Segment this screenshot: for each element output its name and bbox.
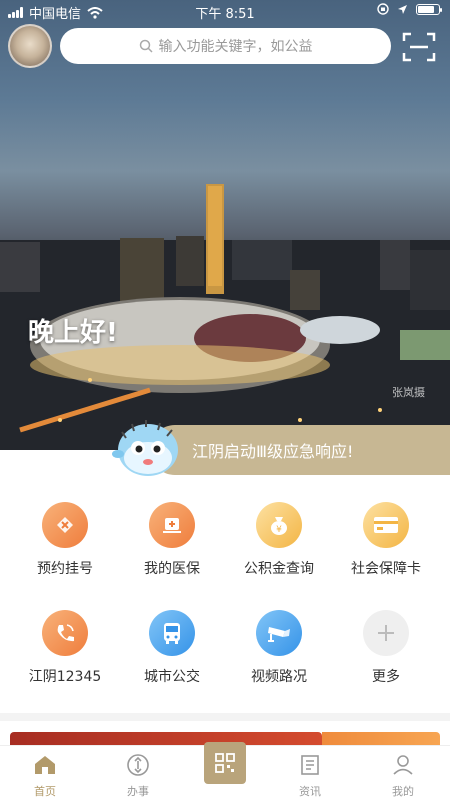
plus-icon [363,610,409,656]
tab-profile[interactable]: 我的 [358,751,448,799]
news-icon [296,751,324,779]
user-avatar[interactable] [8,24,52,68]
tab-qr-code[interactable] [204,742,246,784]
search-input[interactable]: 输入功能关键字，如公益 [60,28,391,64]
app-screen: 中国电信 下午 8:51 输入功能关键字，如公益 晚上好! 张岚摄 江阴启动Ⅲ级… [0,0,450,800]
emergency-notice-banner[interactable]: 江阴启动Ⅲ级应急响应! [150,425,450,475]
notice-text: 江阴启动Ⅲ级应急响应! [192,442,354,461]
service-label: 视频路况 [251,669,307,685]
city-night-illustration [0,184,450,450]
service-more[interactable]: 更多 [331,610,441,686]
housing-fund-icon: ¥ [256,502,302,548]
service-video-traffic[interactable]: 视频路况 [224,610,334,686]
greeting-text: 晚上好! [28,318,118,348]
social-security-card-icon [363,502,409,548]
tab-label: 首页 [34,785,56,798]
scan-icon[interactable] [402,32,436,62]
location-icon [398,4,407,14]
service-label: 预约挂号 [37,561,93,577]
service-label: 我的医保 [144,561,200,577]
hero-banner [0,0,450,450]
battery-icon [416,3,442,15]
service-social-security-card[interactable]: 社会保障卡 [331,502,441,578]
tab-label: 我的 [392,785,414,798]
tab-label: 办事 [127,785,149,798]
tab-label: 资讯 [299,785,321,798]
service-medical-insurance[interactable]: 我的医保 [117,502,227,578]
search-placeholder: 输入功能关键字，如公益 [158,39,313,55]
appointment-icon [42,502,88,548]
phone-hotline-icon [42,610,88,656]
service-icon [124,751,152,779]
service-appointment[interactable]: 预约挂号 [10,502,120,578]
search-icon [139,39,153,53]
photo-credit: 张岚摄 [392,386,425,399]
service-city-bus[interactable]: 城市公交 [117,610,227,686]
tab-home[interactable]: 首页 [0,751,90,799]
service-label: 江阴12345 [28,669,102,685]
svg-text:¥: ¥ [276,525,282,535]
service-label: 社会保障卡 [351,561,421,577]
camera-icon [256,610,302,656]
service-label: 城市公交 [144,669,200,685]
service-label: 更多 [372,669,400,685]
profile-icon [389,751,417,779]
bus-icon [149,610,195,656]
tab-service[interactable]: 办事 [93,751,183,799]
medical-insurance-icon [149,502,195,548]
orientation-lock-icon [377,3,389,15]
status-bar: 中国电信 下午 8:51 [0,0,450,22]
service-hotline[interactable]: 江阴12345 [10,610,120,686]
tab-news[interactable]: 资讯 [265,751,355,799]
service-label: 公积金查询 [244,561,314,577]
home-icon [31,751,59,779]
service-housing-fund[interactable]: ¥ 公积金查询 [224,502,334,578]
qr-code-icon [215,753,235,773]
section-divider [0,713,450,721]
pufferfish-mascot-icon [112,420,178,476]
